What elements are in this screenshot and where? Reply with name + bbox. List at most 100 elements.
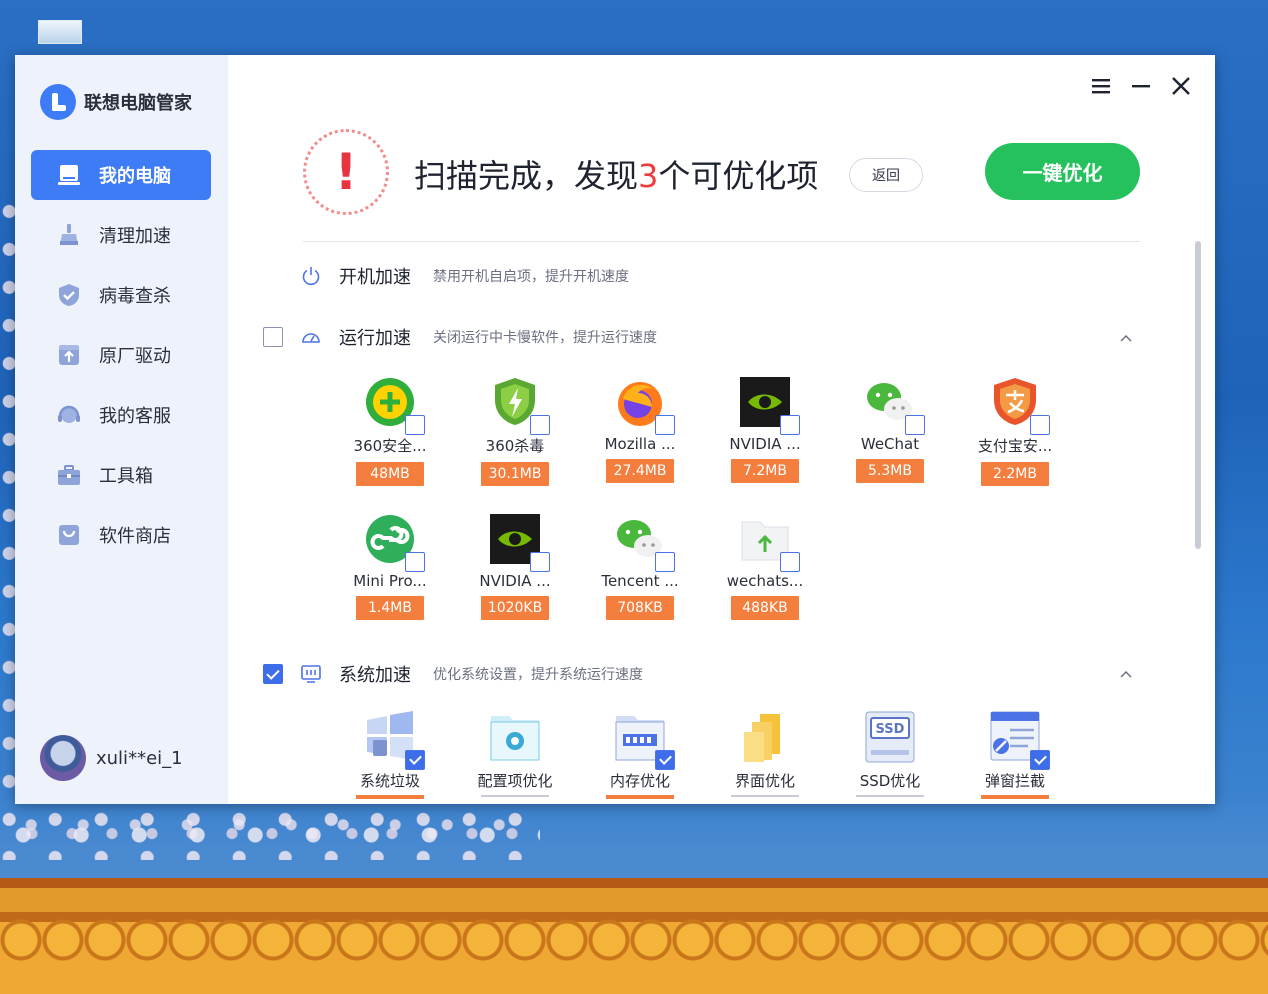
app-name: Mozilla ... (604, 435, 676, 453)
back-button[interactable]: 返回 (849, 158, 923, 192)
360-safe-icon (363, 375, 425, 435)
firefox-icon (613, 375, 675, 435)
size-badge-clipped (981, 795, 1049, 799)
app-tile[interactable]: 360安全... 48MB (337, 375, 443, 495)
shield-icon (57, 283, 81, 307)
app-name: NVIDIA ... (479, 572, 551, 590)
config-gear-icon (488, 710, 542, 764)
app-tile[interactable]: NVIDIA ... 1020KB (462, 512, 568, 632)
system-collapse-button[interactable] (1118, 666, 1134, 682)
menu-button[interactable] (1090, 75, 1112, 97)
sidebar-item-support[interactable]: 我的客服 (31, 390, 211, 440)
sidebar-item-drivers[interactable]: 原厂驱动 (31, 330, 211, 380)
system-tile[interactable]: 界面优化 (712, 710, 818, 804)
scrollbar[interactable] (1195, 241, 1203, 801)
system-item-name: 内存优化 (609, 772, 670, 790)
app-checkbox[interactable] (530, 415, 550, 435)
speedometer-icon (301, 327, 321, 347)
app-name: Tencent ... (601, 572, 679, 590)
close-icon (1172, 77, 1190, 95)
desktop-roof-decor (0, 878, 1268, 994)
app-tile[interactable]: Tencent ... 708KB (587, 512, 693, 632)
app-name: Mini Pro... (353, 572, 427, 590)
system-item-name: 界面优化 (734, 772, 795, 790)
system-tile[interactable]: SSD SSD优化 (837, 710, 943, 804)
system-tile[interactable]: 弹窗拦截 (962, 710, 1068, 804)
system-item-name: 配置项优化 (477, 772, 553, 790)
desktop-shortcut-icon[interactable] (38, 20, 82, 44)
sidebar-item-toolbox[interactable]: 工具箱 (31, 450, 211, 500)
size-badge-clipped (856, 795, 924, 797)
brand: 联想电脑管家 (40, 84, 192, 120)
scan-title-suffix: 个可优化项 (658, 157, 819, 195)
system-item-checkbox[interactable] (1030, 750, 1050, 770)
app-name: 联想电脑管家 (84, 93, 192, 114)
app-checkbox[interactable] (655, 552, 675, 572)
user-name: xuli**ei_1 (96, 747, 183, 769)
sidebar-item-store[interactable]: 软件商店 (31, 510, 211, 560)
system-tile[interactable]: 内存优化 (587, 710, 693, 804)
monitor-settings-icon (301, 664, 321, 684)
system-tile[interactable]: 系统垃圾 (337, 710, 443, 804)
nvidia-icon (488, 512, 550, 572)
app-name: WeChat (860, 435, 920, 453)
hamburger-icon (1092, 79, 1110, 94)
alert-icon: ! (303, 129, 389, 215)
system-item-checkbox[interactable] (405, 750, 425, 770)
avatar[interactable] (40, 735, 86, 781)
system-item-checkbox[interactable] (655, 750, 675, 770)
system-item-name: SSD优化 (859, 772, 921, 790)
one-click-optimize-button[interactable]: 一键优化 (985, 143, 1140, 200)
sidebar-item-clean[interactable]: 清理加速 (31, 210, 211, 260)
section-title: 运行加速 (339, 328, 411, 349)
chevron-up-icon (1120, 670, 1132, 678)
system-tile[interactable]: 配置项优化 (462, 710, 568, 804)
app-tile[interactable]: 360杀毒 30.1MB (462, 375, 568, 495)
app-checkbox[interactable] (1030, 415, 1050, 435)
system-section-checkbox[interactable] (263, 664, 283, 684)
runtime-collapse-button[interactable] (1118, 330, 1134, 346)
app-checkbox[interactable] (405, 415, 425, 435)
app-memory-size: 1.4MB (356, 596, 424, 620)
minimize-button[interactable] (1130, 75, 1152, 97)
folder-upload-icon (738, 512, 800, 572)
app-tile[interactable]: Mini Pro... 1.4MB (337, 512, 443, 632)
app-checkbox[interactable] (405, 552, 425, 572)
section-title: 系统加速 (339, 665, 411, 686)
driver-upload-icon (57, 343, 81, 367)
section-desc: 关闭运行中卡慢软件，提升运行速度 (433, 330, 657, 346)
ui-folders-icon (738, 710, 792, 764)
app-memory-size: 2.2MB (981, 462, 1049, 486)
alipay-shield-icon (988, 375, 1050, 435)
chevron-up-icon (1120, 334, 1132, 342)
ssd-icon: SSD (863, 710, 917, 764)
app-checkbox[interactable] (530, 552, 550, 572)
scrollbar-thumb[interactable] (1195, 241, 1201, 549)
close-button[interactable] (1170, 75, 1192, 97)
app-memory-size: 7.2MB (731, 459, 799, 483)
app-tile[interactable]: NVIDIA ... 7.2MB (712, 375, 818, 495)
app-tile[interactable]: WeChat 5.3MB (837, 375, 943, 495)
app-tile[interactable]: 支付宝安... 2.2MB (962, 375, 1068, 495)
app-tile[interactable]: wechats... 488KB (712, 512, 818, 632)
sidebar-item-antivirus[interactable]: 病毒查杀 (31, 270, 211, 320)
sidebar-item-my-computer[interactable]: 我的电脑 (31, 150, 211, 200)
system-item-name: 弹窗拦截 (984, 772, 1045, 790)
app-checkbox[interactable] (905, 415, 925, 435)
sidebar-nav: 我的电脑 清理加速 病毒查杀 原厂驱动 我的客服 工具箱 软件商店 (31, 150, 211, 570)
app-checkbox[interactable] (780, 415, 800, 435)
sidebar-item-label: 清理加速 (99, 226, 171, 247)
user-profile[interactable]: xuli**ei_1 (40, 735, 183, 781)
size-badge-clipped (481, 795, 549, 797)
app-memory-size: 5.3MB (856, 459, 924, 483)
wechat-icon (863, 375, 925, 435)
app-checkbox[interactable] (780, 552, 800, 572)
runtime-section-checkbox[interactable] (263, 327, 283, 347)
app-checkbox[interactable] (655, 415, 675, 435)
scan-result-title: 扫描完成，发现3个可优化项 (414, 151, 818, 197)
section-title: 开机加速 (339, 267, 411, 288)
app-tile[interactable]: Mozilla ... 27.4MB (587, 375, 693, 495)
app-name: NVIDIA ... (729, 435, 801, 453)
headset-icon (57, 403, 81, 427)
app-memory-size: 488KB (731, 596, 799, 620)
